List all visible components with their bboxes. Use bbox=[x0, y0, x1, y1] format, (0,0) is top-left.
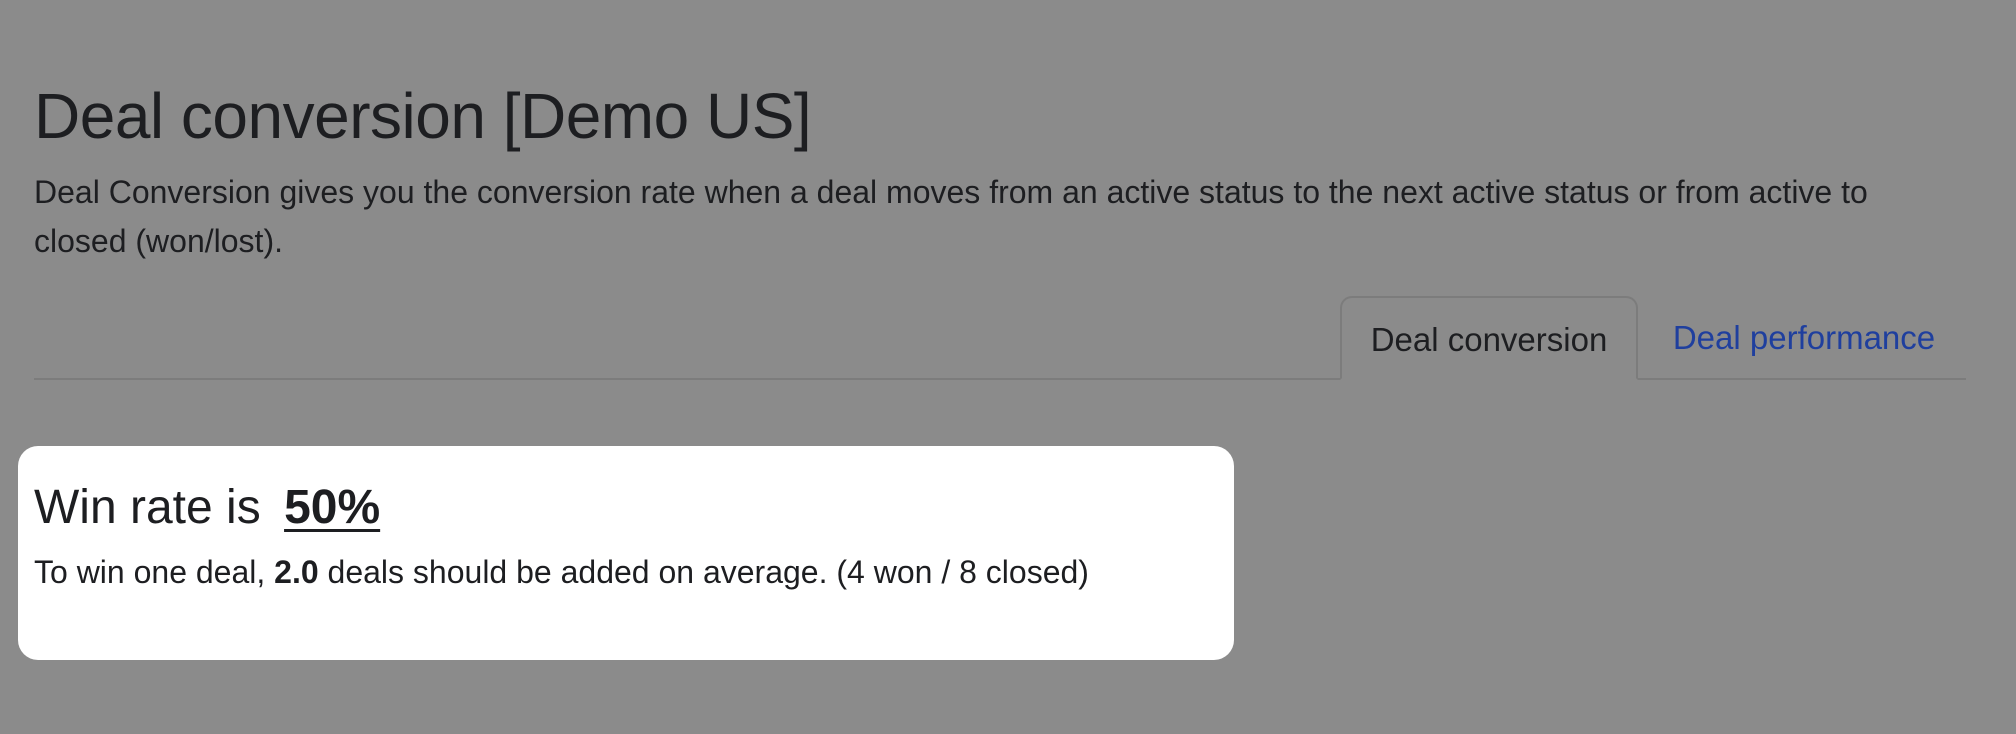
win-rate-label: Win rate is bbox=[34, 481, 261, 534]
page-title: Deal conversion [Demo US] bbox=[34, 80, 812, 152]
page-description: Deal Conversion gives you the conversion… bbox=[34, 174, 1868, 259]
win-rate-value[interactable]: 50% bbox=[284, 481, 380, 534]
tab-deal-performance[interactable]: Deal performance bbox=[1644, 296, 1964, 380]
win-rate-card: Win rate is 50% To win one deal, 2.0 dea… bbox=[18, 446, 1234, 660]
win-rate-heading: Win rate is 50% bbox=[34, 478, 380, 538]
tab-bar: Deal conversion Deal performance bbox=[34, 296, 1966, 380]
detail-suffix: deals should be added on average. (4 won… bbox=[327, 554, 1089, 590]
tab-deal-conversion[interactable]: Deal conversion bbox=[1340, 296, 1638, 380]
detail-prefix: To win one deal, bbox=[34, 554, 266, 590]
deals-needed-value: 2.0 bbox=[274, 554, 319, 590]
win-rate-detail: To win one deal, 2.0 deals should be add… bbox=[34, 550, 1089, 594]
